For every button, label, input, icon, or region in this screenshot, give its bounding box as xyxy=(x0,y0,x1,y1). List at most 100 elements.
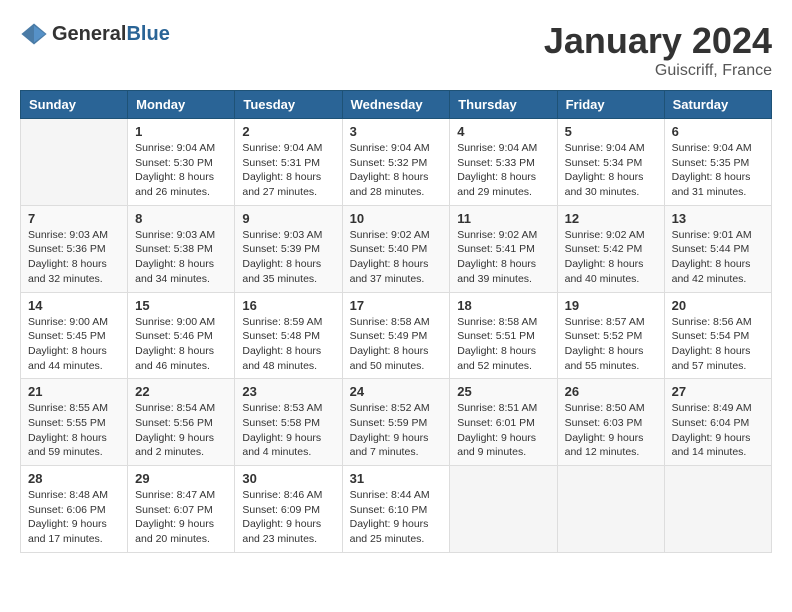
sunset: Sunset: 6:04 PM xyxy=(672,417,750,429)
daylight: Daylight: 9 hours and 14 minutes. xyxy=(672,432,751,459)
day-detail: Sunrise: 9:04 AM Sunset: 5:32 PM Dayligh… xyxy=(350,141,443,200)
sunset: Sunset: 5:39 PM xyxy=(242,243,320,255)
day-detail: Sunrise: 8:58 AM Sunset: 5:49 PM Dayligh… xyxy=(350,315,443,374)
daylight: Daylight: 8 hours and 39 minutes. xyxy=(457,258,536,285)
day-detail: Sunrise: 9:01 AM Sunset: 5:44 PM Dayligh… xyxy=(672,228,764,287)
sunset: Sunset: 5:35 PM xyxy=(672,157,750,169)
sunrise: Sunrise: 8:59 AM xyxy=(242,316,322,328)
sunset: Sunset: 5:58 PM xyxy=(242,417,320,429)
daylight: Daylight: 8 hours and 52 minutes. xyxy=(457,345,536,372)
sunrise: Sunrise: 9:04 AM xyxy=(350,142,430,154)
sunrise: Sunrise: 9:04 AM xyxy=(457,142,537,154)
daylight: Daylight: 8 hours and 59 minutes. xyxy=(28,432,107,459)
sunset: Sunset: 6:07 PM xyxy=(135,504,213,516)
sunrise: Sunrise: 9:02 AM xyxy=(565,229,645,241)
sunset: Sunset: 5:52 PM xyxy=(565,330,643,342)
day-number: 10 xyxy=(350,211,443,226)
day-detail: Sunrise: 8:50 AM Sunset: 6:03 PM Dayligh… xyxy=(565,401,657,460)
day-number: 9 xyxy=(242,211,334,226)
table-row xyxy=(557,466,664,553)
day-detail: Sunrise: 8:59 AM Sunset: 5:48 PM Dayligh… xyxy=(242,315,334,374)
header-monday: Monday xyxy=(128,91,235,119)
table-row: 2 Sunrise: 9:04 AM Sunset: 5:31 PM Dayli… xyxy=(235,119,342,206)
sunrise: Sunrise: 8:50 AM xyxy=(565,402,645,414)
day-detail: Sunrise: 9:03 AM Sunset: 5:38 PM Dayligh… xyxy=(135,228,227,287)
sunset: Sunset: 5:41 PM xyxy=(457,243,535,255)
sunrise: Sunrise: 8:54 AM xyxy=(135,402,215,414)
day-number: 24 xyxy=(350,384,443,399)
sunset: Sunset: 6:10 PM xyxy=(350,504,428,516)
sunset: Sunset: 5:38 PM xyxy=(135,243,213,255)
daylight: Daylight: 9 hours and 7 minutes. xyxy=(350,432,429,459)
day-detail: Sunrise: 9:02 AM Sunset: 5:41 PM Dayligh… xyxy=(457,228,549,287)
day-number: 17 xyxy=(350,298,443,313)
calendar-week-row: 28 Sunrise: 8:48 AM Sunset: 6:06 PM Dayl… xyxy=(21,466,772,553)
daylight: Daylight: 8 hours and 48 minutes. xyxy=(242,345,321,372)
day-detail: Sunrise: 8:51 AM Sunset: 6:01 PM Dayligh… xyxy=(457,401,549,460)
daylight: Daylight: 8 hours and 44 minutes. xyxy=(28,345,107,372)
table-row: 27 Sunrise: 8:49 AM Sunset: 6:04 PM Dayl… xyxy=(664,379,771,466)
sunrise: Sunrise: 8:46 AM xyxy=(242,489,322,501)
sunrise: Sunrise: 9:03 AM xyxy=(28,229,108,241)
sunset: Sunset: 5:36 PM xyxy=(28,243,106,255)
sunset: Sunset: 5:31 PM xyxy=(242,157,320,169)
sunset: Sunset: 5:40 PM xyxy=(350,243,428,255)
header-wednesday: Wednesday xyxy=(342,91,450,119)
daylight: Daylight: 9 hours and 2 minutes. xyxy=(135,432,214,459)
daylight: Daylight: 8 hours and 32 minutes. xyxy=(28,258,107,285)
daylight: Daylight: 8 hours and 37 minutes. xyxy=(350,258,429,285)
table-row: 4 Sunrise: 9:04 AM Sunset: 5:33 PM Dayli… xyxy=(450,119,557,206)
sunrise: Sunrise: 9:04 AM xyxy=(242,142,322,154)
day-detail: Sunrise: 9:04 AM Sunset: 5:34 PM Dayligh… xyxy=(565,141,657,200)
day-number: 6 xyxy=(672,124,764,139)
location: Guiscriff, France xyxy=(544,62,772,80)
table-row: 22 Sunrise: 8:54 AM Sunset: 5:56 PM Dayl… xyxy=(128,379,235,466)
daylight: Daylight: 9 hours and 17 minutes. xyxy=(28,518,107,545)
day-detail: Sunrise: 9:04 AM Sunset: 5:30 PM Dayligh… xyxy=(135,141,227,200)
sunrise: Sunrise: 9:03 AM xyxy=(242,229,322,241)
day-detail: Sunrise: 8:55 AM Sunset: 5:55 PM Dayligh… xyxy=(28,401,120,460)
sunrise: Sunrise: 8:51 AM xyxy=(457,402,537,414)
day-detail: Sunrise: 8:54 AM Sunset: 5:56 PM Dayligh… xyxy=(135,401,227,460)
sunrise: Sunrise: 9:00 AM xyxy=(28,316,108,328)
day-number: 22 xyxy=(135,384,227,399)
table-row: 14 Sunrise: 9:00 AM Sunset: 5:45 PM Dayl… xyxy=(21,292,128,379)
title-area: January 2024 Guiscriff, France xyxy=(544,20,772,80)
day-number: 12 xyxy=(565,211,657,226)
table-row: 18 Sunrise: 8:58 AM Sunset: 5:51 PM Dayl… xyxy=(450,292,557,379)
calendar-header-row: Sunday Monday Tuesday Wednesday Thursday… xyxy=(21,91,772,119)
calendar-week-row: 7 Sunrise: 9:03 AM Sunset: 5:36 PM Dayli… xyxy=(21,205,772,292)
day-detail: Sunrise: 9:00 AM Sunset: 5:45 PM Dayligh… xyxy=(28,315,120,374)
table-row: 29 Sunrise: 8:47 AM Sunset: 6:07 PM Dayl… xyxy=(128,466,235,553)
table-row: 9 Sunrise: 9:03 AM Sunset: 5:39 PM Dayli… xyxy=(235,205,342,292)
day-detail: Sunrise: 8:48 AM Sunset: 6:06 PM Dayligh… xyxy=(28,488,120,547)
day-detail: Sunrise: 8:46 AM Sunset: 6:09 PM Dayligh… xyxy=(242,488,334,547)
sunrise: Sunrise: 8:55 AM xyxy=(28,402,108,414)
page-header: GeneralBlue January 2024 Guiscriff, Fran… xyxy=(20,20,772,80)
sunrise: Sunrise: 8:49 AM xyxy=(672,402,752,414)
day-detail: Sunrise: 9:04 AM Sunset: 5:35 PM Dayligh… xyxy=(672,141,764,200)
sunset: Sunset: 5:42 PM xyxy=(565,243,643,255)
daylight: Daylight: 8 hours and 35 minutes. xyxy=(242,258,321,285)
day-number: 26 xyxy=(565,384,657,399)
sunrise: Sunrise: 9:01 AM xyxy=(672,229,752,241)
day-number: 25 xyxy=(457,384,549,399)
day-detail: Sunrise: 8:58 AM Sunset: 5:51 PM Dayligh… xyxy=(457,315,549,374)
table-row: 10 Sunrise: 9:02 AM Sunset: 5:40 PM Dayl… xyxy=(342,205,450,292)
sunset: Sunset: 5:55 PM xyxy=(28,417,106,429)
logo-text: GeneralBlue xyxy=(52,23,170,46)
sunrise: Sunrise: 8:56 AM xyxy=(672,316,752,328)
sunset: Sunset: 5:30 PM xyxy=(135,157,213,169)
table-row: 23 Sunrise: 8:53 AM Sunset: 5:58 PM Dayl… xyxy=(235,379,342,466)
day-detail: Sunrise: 8:49 AM Sunset: 6:04 PM Dayligh… xyxy=(672,401,764,460)
sunset: Sunset: 5:56 PM xyxy=(135,417,213,429)
daylight: Daylight: 8 hours and 57 minutes. xyxy=(672,345,751,372)
daylight: Daylight: 8 hours and 34 minutes. xyxy=(135,258,214,285)
day-number: 14 xyxy=(28,298,120,313)
day-number: 2 xyxy=(242,124,334,139)
sunrise: Sunrise: 9:04 AM xyxy=(565,142,645,154)
table-row: 8 Sunrise: 9:03 AM Sunset: 5:38 PM Dayli… xyxy=(128,205,235,292)
table-row: 26 Sunrise: 8:50 AM Sunset: 6:03 PM Dayl… xyxy=(557,379,664,466)
table-row: 30 Sunrise: 8:46 AM Sunset: 6:09 PM Dayl… xyxy=(235,466,342,553)
calendar-table: Sunday Monday Tuesday Wednesday Thursday… xyxy=(20,90,772,553)
